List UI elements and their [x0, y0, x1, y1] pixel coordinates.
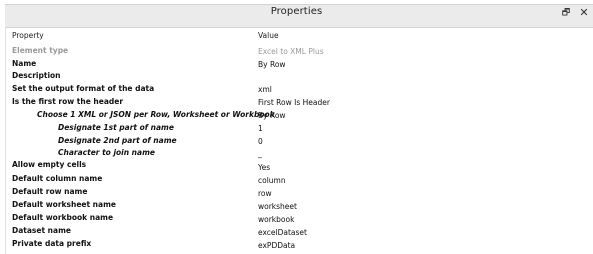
property-row[interactable]: Set the output format of the data xml — [0, 82, 593, 95]
panel-title: Properties — [270, 6, 323, 17]
property-label: Designate 1st part of name — [58, 123, 174, 132]
property-label: Default column name — [12, 174, 103, 183]
titlebar: Properties 🗗 ✕ — [0, 0, 593, 28]
property-row[interactable]: Default workbook name workbook — [0, 211, 593, 224]
restore-icon[interactable]: 🗗 — [560, 7, 572, 19]
property-row[interactable]: Designate 1st part of name 1 — [0, 121, 593, 134]
property-label: Dataset name — [12, 226, 71, 235]
column-header-value[interactable]: Value — [258, 31, 279, 40]
property-label: Private data prefix — [12, 239, 92, 248]
property-row[interactable]: Default row name row — [0, 185, 593, 198]
property-row[interactable]: Private data prefix exPDData — [0, 237, 593, 250]
close-icon[interactable]: ✕ — [578, 6, 590, 19]
property-label: Default row name — [12, 187, 88, 196]
property-label: Default workbook name — [12, 213, 114, 222]
property-label: Default worksheet name — [12, 200, 116, 209]
property-row[interactable]: Default column name column — [0, 172, 593, 185]
property-row[interactable]: Allow empty cells Yes — [0, 158, 593, 172]
property-row[interactable]: Choose 1 XML or JSON per Row, Worksheet … — [0, 108, 593, 121]
property-label: Allow empty cells — [12, 160, 87, 169]
property-row[interactable]: Default worksheet name worksheet — [0, 198, 593, 211]
property-label: Is the first row the header — [12, 97, 124, 106]
property-row[interactable]: Description — [0, 69, 593, 82]
property-label: Choose 1 XML or JSON per Row, Worksheet … — [37, 110, 275, 119]
property-row[interactable]: Element type Excel to XML Plus — [0, 44, 593, 57]
column-header-property[interactable]: Property — [12, 31, 44, 40]
property-row[interactable]: Dataset name excelDataset — [0, 224, 593, 237]
properties-window: Properties 🗗 ✕ Property Value Element ty… — [0, 0, 593, 254]
property-label: Description — [12, 71, 61, 80]
property-row[interactable]: Is the first row the header First Row Is… — [0, 95, 593, 108]
property-value[interactable]: exPDData — [258, 239, 295, 252]
property-label: Set the output format of the data — [12, 84, 155, 93]
property-label: Element type — [12, 46, 69, 55]
